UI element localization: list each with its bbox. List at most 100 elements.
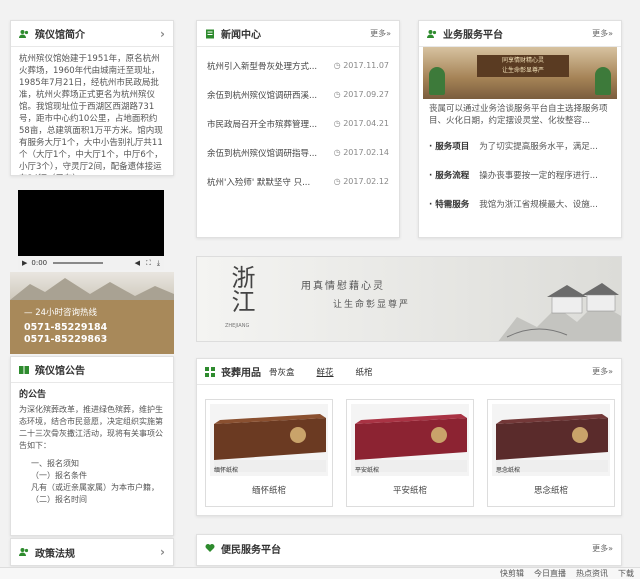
status-item[interactable]: 今日直播 bbox=[534, 568, 566, 579]
news-title: 新闻中心 bbox=[221, 30, 261, 41]
service-row-key: · 服务项目 bbox=[429, 141, 470, 152]
notice-item: 凡有（或近亲属家属）为本市户籍， bbox=[31, 483, 159, 492]
service-panel: 业务服务平台 更多» 同享情财精心灵 让生命彰显尊严 丧属可以通过业务洽谈服务平… bbox=[418, 20, 622, 238]
volume-icon[interactable]: ◀ bbox=[135, 259, 140, 267]
intro-panel: 殡仪馆简介 › 杭州殡仪馆始建于1951年，原名杭州火葬场，1960年代由城南迁… bbox=[10, 20, 174, 176]
service-row[interactable]: · 服务流程 操办丧事要按一定的程序进行... bbox=[429, 160, 611, 189]
notice-title: 殡仪馆公告 bbox=[35, 366, 85, 377]
fullscreen-icon[interactable]: ⛶ bbox=[146, 259, 151, 268]
convenience-panel: 便民服务平台 更多» bbox=[196, 534, 622, 566]
product-image-label: 平安纸棺 bbox=[355, 467, 380, 474]
product-image: 平安纸棺 bbox=[351, 404, 469, 476]
hotline-phone-2[interactable]: 0571-85229863 bbox=[24, 334, 160, 346]
hotline-box: — 24小时咨询热线 0571-85229184 0571-85229863 bbox=[10, 300, 174, 354]
service-header: 业务服务平台 更多» bbox=[419, 21, 621, 47]
promo-banner[interactable]: 浙江 ZHEJIANG 用真情慰藉心灵 让生命彰显尊严 bbox=[196, 256, 622, 342]
grid-icon bbox=[205, 366, 215, 377]
news-item-date: ◷ 2017.04.21 bbox=[333, 119, 389, 128]
hall-sign: 同享情财精心灵 让生命彰显尊严 bbox=[477, 55, 569, 77]
heart-icon bbox=[205, 543, 215, 553]
notice-text: 为深化殡葬改革，推进绿色殡葬，维护生态环境，结合市民意愿，决定组织实施第二十三次… bbox=[19, 405, 163, 450]
video-time: 0:00 bbox=[31, 259, 48, 267]
list-item[interactable]: 余伍到杭州殡仪馆调研指导... ◷ 2017.02.14 bbox=[207, 138, 389, 167]
funeral-panel: 丧葬用品 骨灰盒 鲜花 纸棺 更多» 缅怀纸棺 缅怀纸棺 平安纸棺 平安纸棺 思… bbox=[196, 358, 622, 516]
document-icon bbox=[205, 29, 215, 39]
funeral-header: 丧葬用品 骨灰盒 鲜花 纸棺 更多» bbox=[197, 359, 621, 385]
video-player[interactable]: ▶ 0:00 ◀ ⛶ ⤓ bbox=[18, 190, 164, 270]
service-row-value: 为了切实提高服务水平，满足... bbox=[479, 141, 598, 152]
hotline-phone-1[interactable]: 0571-85229184 bbox=[24, 322, 160, 334]
product-card[interactable]: 平安纸棺 平安纸棺 bbox=[346, 399, 474, 507]
product-image: 缅怀纸棺 bbox=[210, 404, 328, 476]
notice-header[interactable]: 殡仪馆公告 bbox=[11, 357, 173, 383]
policy-panel[interactable]: 政策法规 › bbox=[10, 538, 174, 566]
banner-line-1: 用真情慰藉心灵 bbox=[301, 281, 385, 292]
list-item[interactable]: 市民政局召开全市殡葬管理... ◷ 2017.04.21 bbox=[207, 109, 389, 138]
news-item-title[interactable]: 杭州引入新型骨灰处理方式... bbox=[207, 60, 328, 72]
funeral-more-link[interactable]: 更多» bbox=[592, 366, 613, 377]
intro-header[interactable]: 殡仪馆简介 › bbox=[11, 21, 173, 47]
plant-icon bbox=[429, 67, 445, 95]
product-name[interactable]: 缅怀纸棺 bbox=[206, 484, 332, 496]
status-item[interactable]: 下载 bbox=[618, 568, 634, 579]
convenience-header: 便民服务平台 更多» bbox=[197, 535, 621, 561]
product-name[interactable]: 平安纸棺 bbox=[347, 484, 473, 496]
play-icon[interactable]: ▶ bbox=[22, 259, 27, 267]
service-more-link[interactable]: 更多» bbox=[592, 28, 613, 39]
tab-urn[interactable]: 骨灰盒 bbox=[269, 366, 295, 378]
news-more-link[interactable]: 更多» bbox=[370, 28, 391, 39]
product-name[interactable]: 思念纸棺 bbox=[488, 484, 614, 496]
status-item[interactable]: 快剪辑 bbox=[500, 568, 524, 579]
service-hall-image: 同享情财精心灵 让生命彰显尊严 bbox=[423, 47, 617, 99]
service-rows: · 服务项目 为了切实提高服务水平，满足... · 服务流程 操办丧事要按一定的程序… bbox=[419, 131, 621, 218]
browser-status-bar: 快剪辑 今日直播 热点资讯 下载 bbox=[0, 567, 640, 579]
notice-item: （二）报名时间 bbox=[31, 495, 87, 504]
chevron-right-icon[interactable]: › bbox=[160, 545, 165, 559]
product-image: 思念纸棺 bbox=[492, 404, 610, 476]
service-row[interactable]: · 服务项目 为了切实提高服务水平，满足... bbox=[429, 131, 611, 160]
notice-item: （一）报名条件 bbox=[31, 471, 87, 480]
news-item-title[interactable]: 杭州'入殓师' 默默坚守 只... bbox=[207, 176, 328, 188]
intro-text: 杭州殡仪馆始建于1951年，原名杭州火葬场，1960年代由城南迁至现址，1985… bbox=[19, 54, 163, 175]
news-item-date: ◷ 2017.09.27 bbox=[333, 90, 389, 99]
service-row[interactable]: · 特需服务 我馆为浙江省规模最大、设施... bbox=[429, 189, 611, 218]
policy-title: 政策法规 bbox=[35, 548, 75, 560]
news-panel: 新闻中心 更多» 杭州引入新型骨灰处理方式... ◷ 2017.11.07 余伍到… bbox=[196, 20, 400, 238]
news-item-date: ◷ 2017.02.12 bbox=[333, 177, 389, 186]
tab-flowers[interactable]: 鲜花 bbox=[317, 366, 334, 378]
news-item-title[interactable]: 余伍到杭州殡仪馆调研指导... bbox=[207, 147, 328, 159]
news-item-title[interactable]: 余伍到杭州殡仪馆调研西溪... bbox=[207, 89, 328, 101]
convenience-more-link[interactable]: 更多» bbox=[592, 543, 613, 554]
notice-body: 的公告 为深化殡葬改革，推进绿色殡葬，维护生态环境，结合市民意愿，决定组织实施第… bbox=[11, 383, 173, 510]
funeral-title: 丧葬用品 bbox=[221, 368, 261, 379]
service-row-key: · 服务流程 bbox=[429, 170, 470, 181]
news-item-title[interactable]: 市民政局召开全市殡葬管理... bbox=[207, 118, 328, 130]
notice-item: 一、报名须知 bbox=[31, 459, 79, 468]
list-item[interactable]: 余伍到杭州殡仪馆调研西溪... ◷ 2017.09.27 bbox=[207, 80, 389, 109]
policy-header[interactable]: 政策法规 › bbox=[11, 539, 173, 565]
notice-panel: 殡仪馆公告 的公告 为深化殡葬改革，推进绿色殡葬，维护生态环境，结合市民意愿，决… bbox=[10, 356, 174, 536]
village-illustration bbox=[498, 283, 621, 341]
list-item[interactable]: 杭州'入殓师' 默默坚守 只... ◷ 2017.02.12 bbox=[207, 167, 389, 196]
video-controls: ▶ 0:00 ◀ ⛶ ⤓ bbox=[18, 256, 164, 270]
users-icon bbox=[19, 547, 29, 557]
mountain-icon bbox=[10, 278, 174, 300]
banner-logo: 浙江 ZHEJIANG bbox=[225, 265, 267, 335]
service-row-value: 操办丧事要按一定的程序进行... bbox=[479, 170, 598, 181]
news-item-date: ◷ 2017.11.07 bbox=[333, 61, 389, 70]
chevron-right-icon[interactable]: › bbox=[160, 27, 165, 41]
status-item[interactable]: 热点资讯 bbox=[576, 568, 608, 579]
plant-icon bbox=[595, 67, 611, 95]
product-card[interactable]: 缅怀纸棺 缅怀纸棺 bbox=[205, 399, 333, 507]
list-item[interactable]: 杭州引入新型骨灰处理方式... ◷ 2017.11.07 bbox=[207, 51, 389, 80]
landscape-strip bbox=[10, 272, 174, 300]
banner-logo-sub: ZHEJIANG bbox=[225, 323, 250, 329]
book-icon bbox=[19, 365, 29, 375]
service-row-value: 我馆为浙江省规模最大、设施... bbox=[479, 199, 598, 210]
notice-heading[interactable]: 的公告 bbox=[19, 387, 165, 400]
banner-line-2: 让生命彰显尊严 bbox=[333, 300, 411, 310]
progress-bar[interactable] bbox=[53, 262, 104, 264]
download-icon[interactable]: ⤓ bbox=[157, 259, 160, 268]
tab-paper-coffin[interactable]: 纸棺 bbox=[356, 366, 373, 378]
product-card[interactable]: 思念纸棺 思念纸棺 bbox=[487, 399, 615, 507]
